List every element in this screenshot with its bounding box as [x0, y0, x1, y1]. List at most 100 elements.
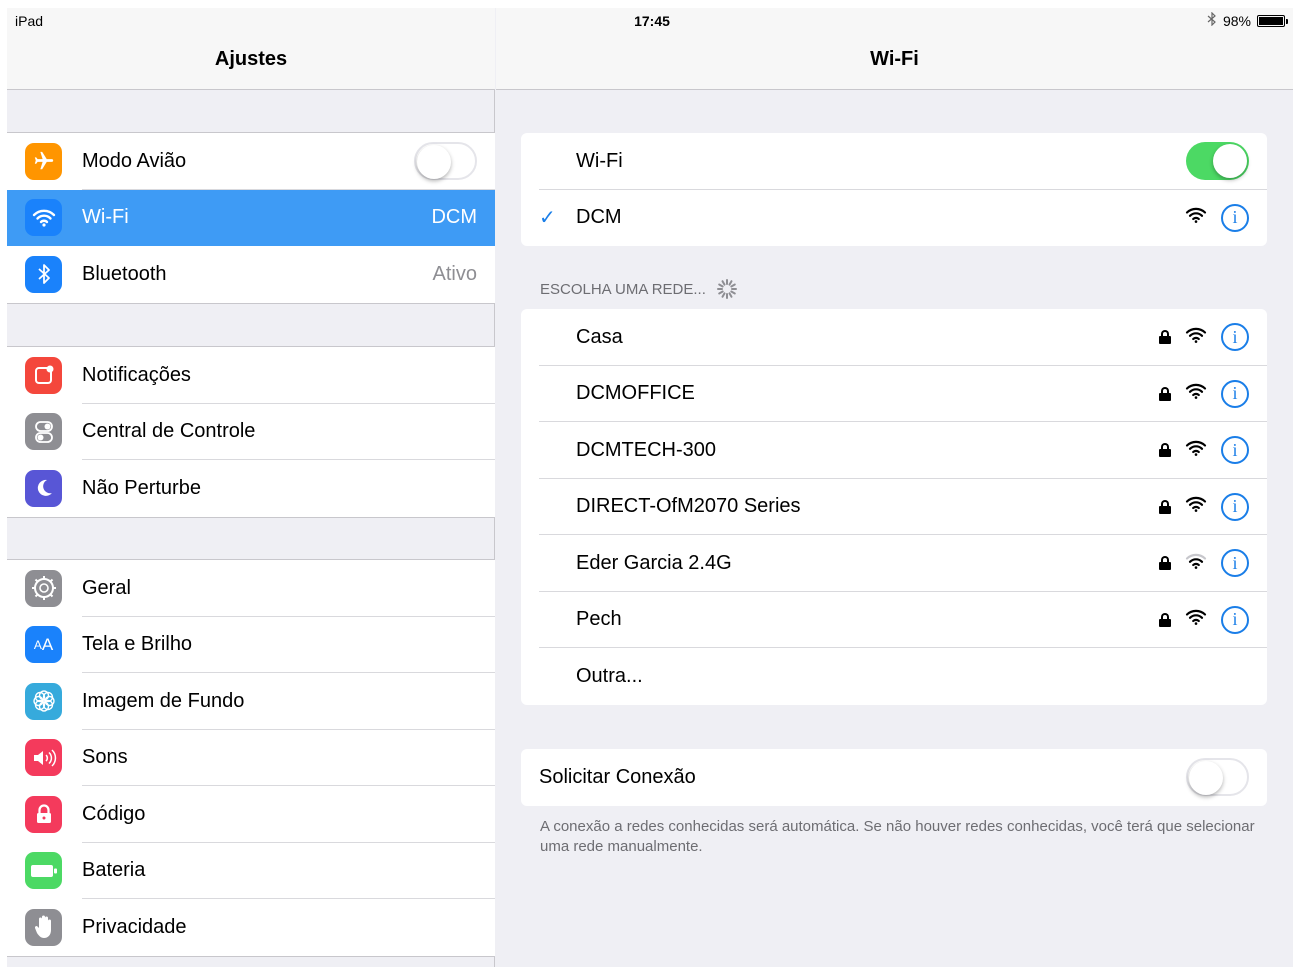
ipad-screen: Ajustes Modo Avião Wi-Fi DCM Bluetooth A… [7, 8, 1293, 967]
network-row[interactable]: DCMTECH-300 i [521, 422, 1267, 479]
hand-icon [25, 908, 62, 946]
control-center-icon [25, 413, 62, 451]
wifi-toggle-card: Wi-Fi ✓ DCM i [521, 133, 1267, 246]
info-button[interactable]: i [1221, 492, 1249, 521]
sidebar-item-label: Modo Avião [82, 149, 187, 172]
wifi-signal-icon [1185, 207, 1207, 228]
wifi-toggle-row: Wi-Fi [521, 133, 1267, 190]
lock-icon [1159, 386, 1171, 401]
sidebar-item-label: Bluetooth [82, 262, 167, 285]
settings-item-sounds[interactable]: Sons [7, 730, 495, 786]
sidebar-item-label: Imagem de Fundo [82, 689, 245, 712]
network-row[interactable]: Casa i [521, 309, 1267, 366]
sidebar-item-label: Bateria [82, 859, 146, 882]
lock-icon [1159, 330, 1171, 345]
lock-icon [1159, 556, 1171, 571]
status-time: 17:45 [634, 13, 670, 29]
settings-item-wifi[interactable]: Wi-Fi DCM [7, 189, 495, 246]
wifi-signal-icon [1185, 496, 1207, 517]
wifi-signal-icon [1185, 609, 1207, 630]
airplane-icon [25, 142, 62, 180]
checkmark-icon: ✓ [539, 207, 556, 230]
lock-icon [1159, 612, 1171, 627]
wifi-icon [25, 199, 62, 237]
sidebar-item-label: Notificações [82, 363, 191, 386]
lock-icon [1159, 443, 1171, 458]
choose-network-header: ESCOLHA UMA REDE... [540, 278, 738, 300]
network-name: DIRECT-OfM2070 Series [576, 495, 801, 518]
battery-icon [25, 852, 62, 890]
sidebar-item-label: Código [82, 802, 146, 825]
sidebar-item-label: Tela e Brilho [82, 633, 193, 656]
wifi-signal-icon [1185, 327, 1207, 348]
battery-status-icon [1257, 14, 1288, 27]
display-brightness-icon: AA [25, 626, 62, 664]
info-button[interactable]: i [1221, 203, 1249, 232]
network-list-card: Casa i DCMOFFICE i DCMTECH-300 i DIRECT-… [521, 309, 1267, 705]
status-bar: iPad 17:45 98% [7, 8, 1293, 34]
sidebar-item-label: Não Perturbe [82, 476, 201, 499]
wifi-signal-icon [1185, 383, 1207, 404]
wifi-network-value: DCM [431, 206, 477, 229]
ask-to-join-label: Solicitar Conexão [539, 765, 696, 788]
wifi-toggle[interactable] [1186, 142, 1249, 181]
settings-master-pane: Ajustes Modo Avião Wi-Fi DCM Bluetooth A… [7, 8, 495, 967]
detail-title: Wi-Fi [870, 48, 919, 70]
network-row[interactable]: DCMOFFICE i [521, 366, 1267, 422]
info-button[interactable]: i [1221, 323, 1249, 352]
info-button[interactable]: i [1221, 549, 1249, 578]
settings-item-notifications[interactable]: Notificações [7, 347, 495, 404]
settings-item-do-not-disturb[interactable]: Não Perturbe [7, 460, 495, 517]
notifications-icon [25, 356, 62, 394]
settings-group-connectivity: Modo Avião Wi-Fi DCM Bluetooth Ativo [7, 132, 495, 304]
ask-to-join-footer: A conexão a redes conhecidas será automá… [540, 818, 1255, 855]
lock-icon [25, 795, 62, 833]
speaker-icon [25, 739, 62, 777]
network-row[interactable]: Pech i [521, 592, 1267, 648]
bluetooth-status-value: Ativo [432, 262, 477, 285]
network-row[interactable]: DIRECT-OfM2070 Series i [521, 479, 1267, 535]
wifi-toggle-label: Wi-Fi [576, 149, 623, 172]
network-name: Pech [576, 608, 622, 631]
settings-group-notifications: Notificações Central de Controle Não Per… [7, 346, 495, 518]
ask-to-join-toggle[interactable] [1186, 758, 1249, 797]
choose-network-header-label: ESCOLHA UMA REDE... [540, 280, 706, 298]
other-network-row[interactable]: Outra... [521, 648, 1267, 705]
moon-icon [25, 469, 62, 507]
network-row[interactable]: Eder Garcia 2.4G i [521, 535, 1267, 592]
airplane-mode-toggle[interactable] [414, 142, 477, 181]
sidebar-item-label: Central de Controle [82, 420, 256, 443]
settings-item-wallpaper[interactable]: Imagem de Fundo [7, 673, 495, 730]
network-name: Eder Garcia 2.4G [576, 551, 732, 574]
bluetooth-icon [25, 255, 62, 293]
settings-item-privacy[interactable]: Privacidade [7, 899, 495, 956]
wallpaper-icon [25, 682, 62, 720]
sidebar-item-label: Privacidade [82, 915, 187, 938]
sidebar-item-label: Sons [82, 746, 128, 769]
ask-to-join-row: Solicitar Conexão [521, 749, 1267, 806]
settings-item-passcode[interactable]: Código [7, 786, 495, 843]
page-title: Ajustes [214, 48, 288, 70]
info-button[interactable]: i [1221, 436, 1249, 465]
battery-percent: 98% [1222, 12, 1251, 29]
settings-item-bluetooth[interactable]: Bluetooth Ativo [7, 246, 495, 303]
network-name: DCMTECH-300 [576, 438, 717, 461]
bluetooth-status-icon [1207, 11, 1217, 29]
settings-item-display-brightness[interactable]: AA Tela e Brilho [7, 617, 495, 673]
settings-item-battery[interactable]: Bateria [7, 843, 495, 899]
connected-network-row[interactable]: ✓ DCM i [521, 190, 1267, 247]
loading-spinner-icon [716, 278, 738, 300]
info-button[interactable]: i [1221, 605, 1249, 634]
other-network-label: Outra... [576, 664, 643, 687]
settings-item-airplane-mode[interactable]: Modo Avião [7, 133, 495, 190]
wifi-signal-icon [1185, 553, 1207, 574]
device-name: iPad [15, 13, 44, 29]
sidebar-item-label: Geral [82, 576, 131, 599]
lock-icon [1159, 499, 1171, 514]
network-name: DCMOFFICE [576, 382, 695, 405]
settings-item-general[interactable]: Geral [7, 560, 495, 617]
network-name: DCM [576, 206, 622, 229]
sidebar-item-label: Wi-Fi [82, 206, 129, 229]
info-button[interactable]: i [1221, 379, 1249, 408]
settings-item-control-center[interactable]: Central de Controle [7, 404, 495, 460]
